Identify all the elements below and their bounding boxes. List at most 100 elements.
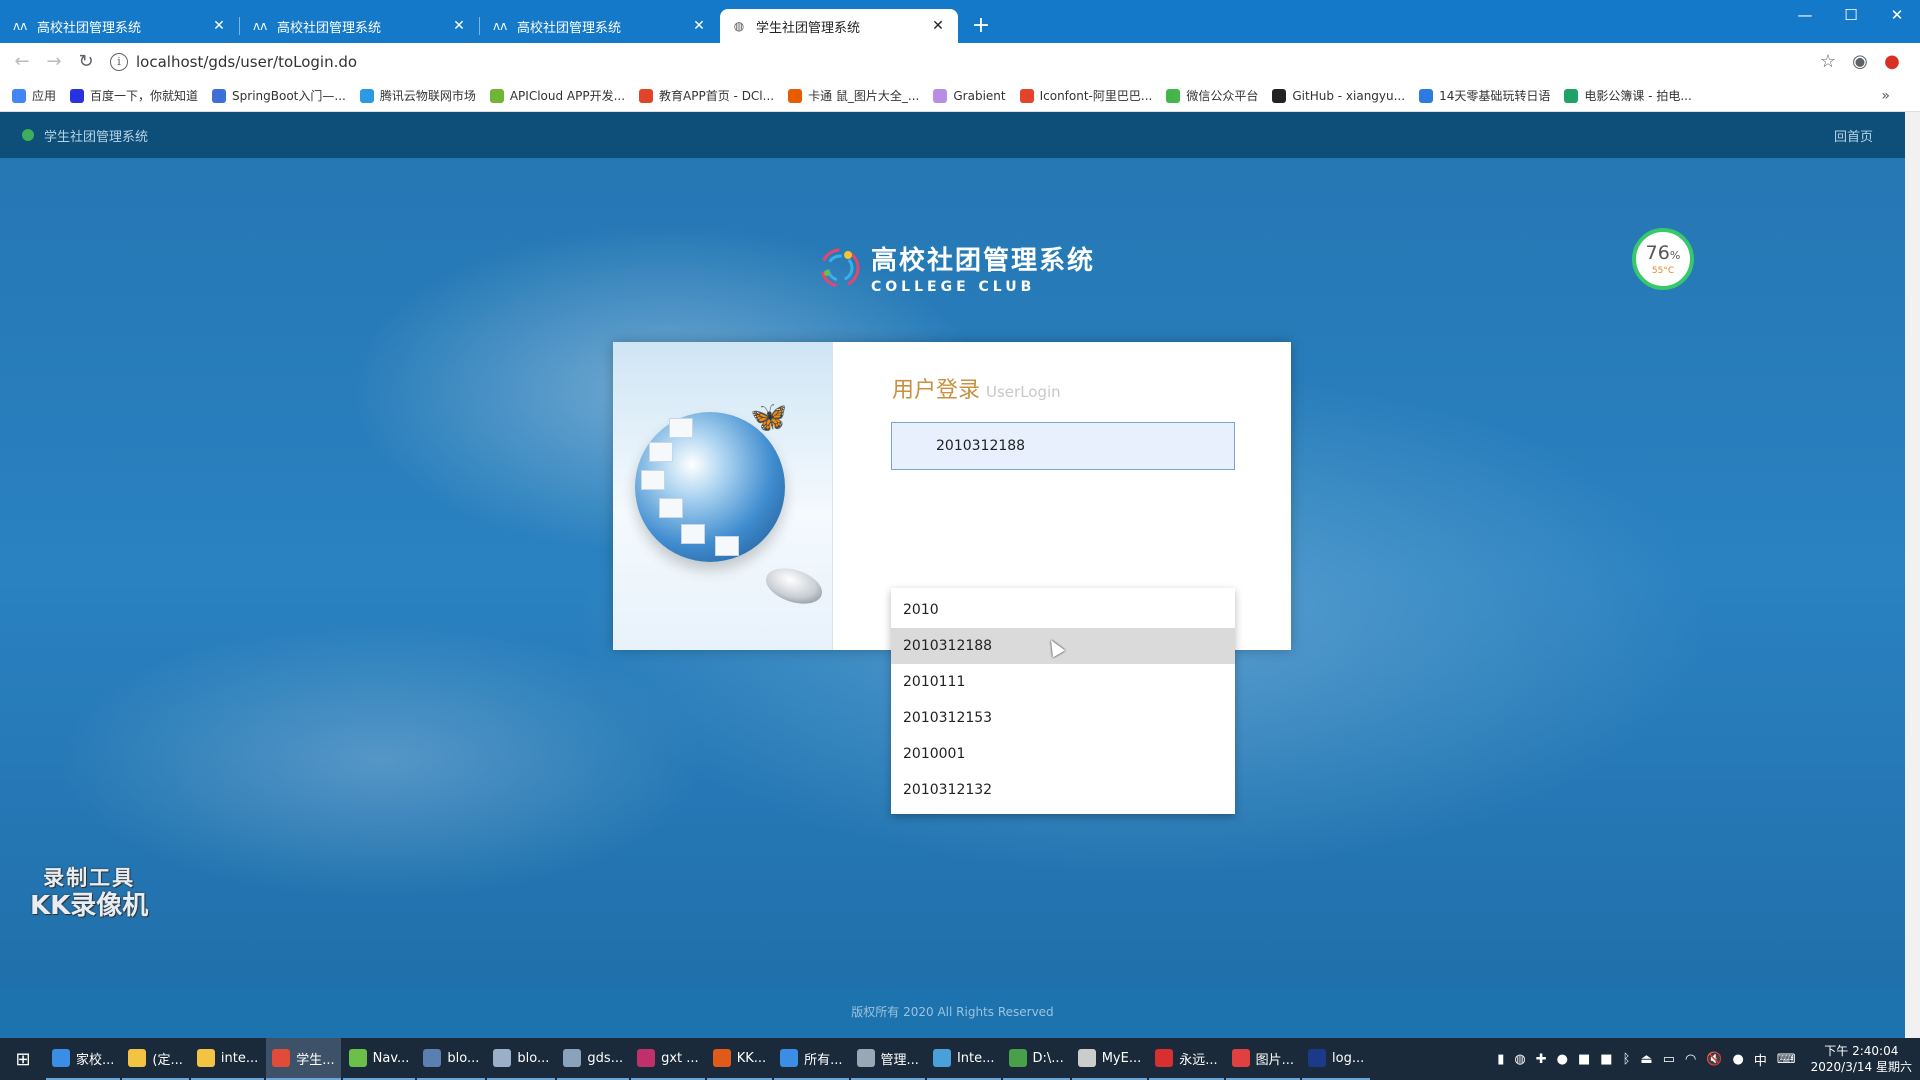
reload-icon[interactable]: ↻ [70, 51, 102, 72]
browser-tab[interactable]: ʌʌ 高校社团管理系统 ✕ [1, 9, 239, 43]
tray-app-icon[interactable]: ● [1733, 1052, 1744, 1067]
bookmark-item[interactable]: 电影公簿课 - 拍电... [1564, 87, 1692, 104]
taskbar-app-button[interactable]: (定... [122, 1038, 189, 1080]
taskbar-app-button[interactable]: 管理... [850, 1038, 925, 1080]
taskbar-app-button[interactable]: gxt ... [631, 1038, 705, 1080]
more-bookmarks-icon[interactable]: » [1881, 88, 1890, 104]
baidu-icon [70, 88, 85, 103]
taskbar-app-button[interactable]: MyE... [1071, 1038, 1148, 1080]
app-icon [128, 1049, 147, 1067]
bookmark-item[interactable]: GitHub - xiangyu... [1272, 88, 1405, 103]
usb-icon[interactable]: ⏏ [1640, 1052, 1652, 1067]
chrome-tray-icon[interactable]: ◍ [1514, 1052, 1525, 1067]
bookmark-item[interactable]: 教育APP首页 - DCl... [639, 87, 774, 104]
maximize-icon[interactable]: ☐ [1828, 0, 1874, 30]
bookmark-label: 14天零基础玩转日语 [1439, 89, 1551, 103]
browser-tab[interactable]: ʌʌ 高校社团管理系统 ✕ [481, 9, 719, 43]
bookmark-star-icon[interactable]: ☆ [1812, 51, 1844, 72]
home-link[interactable]: 回首页 [1834, 126, 1873, 145]
club-logo-icon [815, 243, 865, 293]
taskbar-clock[interactable]: 下午 2:40:04 2020/3/14 星期六 [1811, 1043, 1912, 1075]
taskbar-app-button[interactable]: Nav... [342, 1038, 416, 1080]
scrollbar[interactable] [1905, 112, 1920, 1038]
windows-start-icon[interactable]: ⊞ [0, 1038, 46, 1080]
new-tab-button[interactable]: + [966, 13, 996, 38]
bookmark-item[interactable]: 应用 [12, 87, 56, 104]
tab-close-icon[interactable]: ✕ [691, 18, 707, 34]
d-icon [639, 88, 654, 103]
username-input[interactable] [891, 422, 1235, 470]
bluetooth-icon[interactable]: ᛒ [1623, 1052, 1631, 1067]
bookmark-item[interactable]: 百度一下，你就知道 [70, 87, 198, 104]
browser-tab[interactable]: ʌʌ 高校社团管理系统 ✕ [241, 9, 479, 43]
keyboard-icon[interactable]: ⌨ [1777, 1052, 1796, 1067]
taskbar-app-button[interactable]: 图片... [1225, 1038, 1301, 1080]
info-icon[interactable]: i [110, 52, 128, 71]
site-top-bar: 学生社团管理系统 回首页 [0, 112, 1905, 158]
tab-close-icon[interactable]: ✕ [451, 18, 467, 34]
site-logo: 高校社团管理系统 COLLEGE CLUB [815, 240, 1095, 295]
taskbar-app-label: inte... [220, 1050, 259, 1066]
autocomplete-option[interactable]: 2010 [891, 592, 1235, 628]
taskbar-app-button[interactable]: inte... [190, 1038, 265, 1080]
bookmark-label: 卡通 鼠_图片大全_... [808, 89, 920, 103]
browser-tab-active[interactable]: ◍ 学生社团管理系统 ✕ [720, 9, 958, 43]
minimize-icon[interactable]: — [1782, 0, 1828, 30]
bookmark-item[interactable]: 卡通 鼠_图片大全_... [788, 87, 919, 104]
taskbar-app-button[interactable]: 学生... [266, 1038, 341, 1080]
battery-icon[interactable]: ▮ [1497, 1052, 1504, 1067]
monitor-icon[interactable]: ▭ [1663, 1052, 1675, 1067]
bookmark-item[interactable]: 腾讯云物联网市场 [359, 87, 476, 104]
taskbar-app-button[interactable]: KK... [706, 1038, 773, 1080]
taskbar-app-button[interactable]: log... [1302, 1038, 1371, 1080]
wechat-icon [1166, 88, 1181, 103]
bookmark-item[interactable]: 微信公众平台 [1166, 87, 1258, 104]
app-tray-icon[interactable]: ● [1557, 1052, 1568, 1067]
taskbar-app-button[interactable]: blo... [487, 1038, 556, 1080]
login-illustration: 🦋 [613, 342, 833, 650]
windows-taskbar: ⊞ 家校... (定... inte... 学生... Nav... blo... blo.… [0, 1038, 1920, 1080]
taskbar-app-button[interactable]: gds... [557, 1038, 630, 1080]
app-tray-icon[interactable]: ■ [1578, 1052, 1590, 1067]
page-favicon-icon: ʌʌ [493, 19, 508, 33]
computer-mouse-image [761, 561, 827, 611]
memory-gauge-widget[interactable]: 76% 55°C [1632, 228, 1694, 290]
app-icon [52, 1049, 70, 1067]
tab-title: 高校社团管理系统 [277, 20, 382, 36]
taskbar-app-button[interactable]: D:\... [1002, 1038, 1070, 1080]
app-tray-icon[interactable]: ■ [1600, 1052, 1612, 1067]
autocomplete-option[interactable]: 2010312132 [891, 772, 1235, 808]
bookmark-label: 微信公众平台 [1186, 89, 1259, 103]
profile-icon[interactable]: ◉ [1844, 51, 1876, 72]
close-window-icon[interactable]: ✕ [1874, 0, 1920, 30]
bookmark-item[interactable]: SpringBoot入门—... [212, 87, 346, 104]
network-shield-icon[interactable]: ✚ [1536, 1052, 1547, 1067]
bookmark-label: 应用 [32, 89, 57, 103]
back-arrow-icon[interactable]: ← [6, 51, 38, 72]
taskbar-app-button[interactable]: 永远... [1149, 1038, 1224, 1080]
url-text[interactable]: localhost/gds/user/toLogin.do [136, 53, 357, 71]
forward-arrow-icon[interactable]: → [38, 51, 70, 72]
extension-icon[interactable]: ● [1876, 51, 1908, 72]
wifi-icon[interactable]: ◠ [1685, 1052, 1696, 1067]
url-field[interactable]: i localhost/gds/user/toLogin.do [110, 48, 1812, 76]
taskbar-app-label: KK... [736, 1050, 767, 1066]
autocomplete-option[interactable]: 2010312153 [891, 700, 1235, 736]
autocomplete-option[interactable]: 2010111 [891, 664, 1235, 700]
tab-close-icon[interactable]: ✕ [211, 18, 227, 34]
taskbar-app-button[interactable]: Inte... [926, 1038, 1001, 1080]
volume-mute-icon[interactable]: 🔇 [1706, 1052, 1722, 1067]
tab-close-icon[interactable]: ✕ [930, 18, 946, 34]
taskbar-app-button[interactable]: 所有... [774, 1038, 849, 1080]
gauge-temperature: 55°C [1651, 265, 1675, 276]
taskbar-app-button[interactable]: blo... [417, 1038, 486, 1080]
ime-indicator[interactable]: 中 [1754, 1050, 1767, 1069]
bookmark-item[interactable]: APICloud APP开发... [489, 87, 626, 104]
taskbar-app-button[interactable]: 家校... [46, 1038, 121, 1080]
autocomplete-option[interactable]: 2010001 [891, 736, 1235, 772]
bookmark-label: APICloud APP开发... [509, 89, 626, 103]
bookmarks-bar: 应用 百度一下，你就知道 SpringBoot入门—... 腾讯云物联网市场 APICl… [0, 80, 1920, 112]
bookmark-item[interactable]: Grabient [933, 88, 1006, 103]
bookmark-item[interactable]: Iconfont-阿里巴巴... [1019, 87, 1152, 104]
bookmark-item[interactable]: 14天零基础玩转日语 [1419, 87, 1550, 104]
